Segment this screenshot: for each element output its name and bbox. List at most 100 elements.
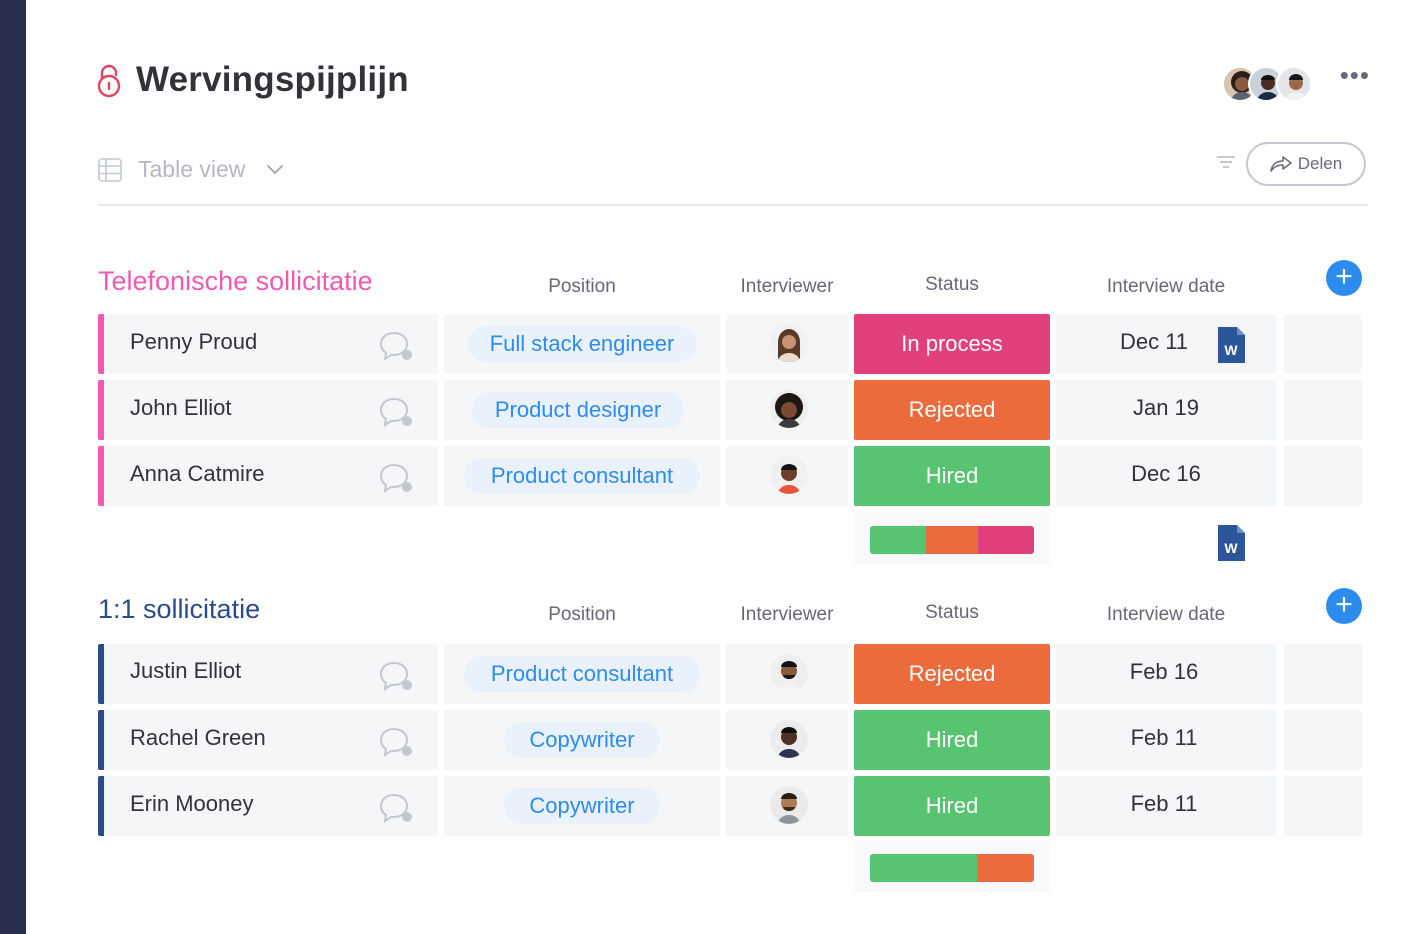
column-header-status[interactable]: Status [854,274,1050,296]
interviewer-cell[interactable] [726,644,848,704]
extra-cell[interactable] [1284,644,1362,704]
item-name[interactable]: John Elliot [130,395,232,421]
add-item-button[interactable]: + [1326,588,1362,624]
group-title[interactable]: 1:1 sollicitatie [98,594,260,625]
extra-cell[interactable] [1284,710,1362,770]
column-header-status[interactable]: Status [854,602,1050,624]
name-cell[interactable]: John Elliot [104,380,438,440]
position-cell[interactable]: Product consultant [444,446,720,506]
interview-date[interactable]: Feb 11 [1054,791,1274,817]
name-cell[interactable]: Rachel Green [104,710,438,770]
name-cell[interactable]: Erin Mooney [104,776,438,836]
column-header-interviewer[interactable]: Interviewer [726,276,848,298]
position-tag[interactable]: Copywriter [504,788,660,824]
chat-bubble-icon[interactable] [378,726,414,758]
position-tag[interactable]: Full stack engineer [468,326,696,362]
status-label[interactable]: Hired [854,776,1050,836]
name-cell[interactable]: Justin Elliot [104,644,438,704]
status-label[interactable]: Hired [854,710,1050,770]
chat-bubble-icon[interactable] [378,396,414,428]
interview-date[interactable]: Dec 16 [1056,461,1276,487]
status-summary [854,840,1050,892]
interviewer-avatar[interactable] [770,654,808,692]
table-row[interactable]: John Elliot Product designer Rejected Ja… [98,380,1364,440]
item-name[interactable]: Justin Elliot [130,658,241,684]
group-title[interactable]: Telefonische sollicitatie [98,266,373,297]
table-row[interactable]: Rachel Green Copywriter Hired Feb 11 [98,710,1364,770]
extra-cell[interactable] [1284,380,1362,440]
interviewer-cell[interactable] [726,710,848,770]
interviewer-cell[interactable] [726,314,848,374]
interviewer-avatar[interactable] [770,786,808,824]
column-header-date[interactable]: Interview date [1056,276,1276,298]
position-tag[interactable]: Product consultant [464,458,700,494]
position-cell[interactable]: Product consultant [444,644,720,704]
word-doc-icon[interactable]: W [1216,524,1246,562]
chat-bubble-icon[interactable] [378,660,414,692]
view-selector[interactable]: Table view [138,156,245,183]
status-label[interactable]: Hired [854,446,1050,506]
interview-date[interactable]: Feb 16 [1054,659,1274,685]
status-cell[interactable]: Rejected [854,380,1050,440]
status-cell[interactable]: Hired [854,446,1050,506]
share-button[interactable]: Delen [1246,142,1366,186]
interview-date[interactable]: Jan 19 [1056,395,1276,421]
chat-bubble-icon[interactable] [378,792,414,824]
column-header-position[interactable]: Position [444,276,720,298]
date-cell[interactable]: Feb 16 [1056,644,1276,704]
status-label[interactable]: Rejected [854,644,1050,704]
date-cell[interactable]: Feb 11 [1056,710,1276,770]
table-row[interactable]: Penny Proud Full stack engineer In proce… [98,314,1364,374]
status-cell[interactable]: Rejected [854,644,1050,704]
word-doc-icon[interactable]: W [1216,326,1246,364]
position-tag[interactable]: Copywriter [504,722,660,758]
member-avatar[interactable] [1276,66,1312,102]
chevron-down-icon[interactable] [266,162,284,176]
item-name[interactable]: Erin Mooney [130,791,254,817]
date-cell[interactable]: Feb 11 [1056,776,1276,836]
board-members[interactable] [1222,66,1314,104]
svg-text:W: W [1224,342,1238,358]
status-label[interactable]: In process [854,314,1050,374]
position-tag[interactable]: Product designer [472,392,684,428]
position-cell[interactable]: Full stack engineer [444,314,720,374]
date-cell[interactable]: Dec 11 W [1056,314,1276,374]
position-cell[interactable]: Product designer [444,380,720,440]
interviewer-avatar[interactable] [770,390,808,428]
date-cell[interactable]: Jan 19 [1056,380,1276,440]
table-row[interactable]: Anna Catmire Product consultant Hired De… [98,446,1364,506]
position-tag[interactable]: Product consultant [464,656,700,692]
status-cell[interactable]: Hired [854,776,1050,836]
name-cell[interactable]: Anna Catmire [104,446,438,506]
more-dots-icon[interactable]: ••• [1340,62,1370,88]
status-cell[interactable]: Hired [854,710,1050,770]
position-cell[interactable]: Copywriter [444,710,720,770]
date-cell[interactable]: Dec 16 [1056,446,1276,506]
item-name[interactable]: Anna Catmire [130,461,265,487]
column-header-interviewer[interactable]: Interviewer [726,604,848,626]
table-row[interactable]: Justin Elliot Product consultant Rejecte… [98,644,1364,704]
filter-icon[interactable] [1216,154,1236,170]
interviewer-cell[interactable] [726,380,848,440]
add-item-button[interactable]: + [1326,260,1362,296]
column-header-date[interactable]: Interview date [1056,604,1276,626]
position-cell[interactable]: Copywriter [444,776,720,836]
item-name[interactable]: Penny Proud [130,329,257,355]
interviewer-avatar[interactable] [770,456,808,494]
item-name[interactable]: Rachel Green [130,725,266,751]
status-label[interactable]: Rejected [854,380,1050,440]
interviewer-cell[interactable] [726,776,848,836]
table-row[interactable]: Erin Mooney Copywriter Hired Feb 11 [98,776,1364,836]
chat-bubble-icon[interactable] [378,330,414,362]
status-cell[interactable]: In process [854,314,1050,374]
extra-cell[interactable] [1284,446,1362,506]
chat-bubble-icon[interactable] [378,462,414,494]
interviewer-avatar[interactable] [770,720,808,758]
column-header-position[interactable]: Position [444,604,720,626]
interviewer-cell[interactable] [726,446,848,506]
name-cell[interactable]: Penny Proud [104,314,438,374]
extra-cell[interactable] [1284,314,1362,374]
interview-date[interactable]: Feb 11 [1054,725,1274,751]
extra-cell[interactable] [1284,776,1362,836]
interviewer-avatar[interactable] [770,324,808,362]
